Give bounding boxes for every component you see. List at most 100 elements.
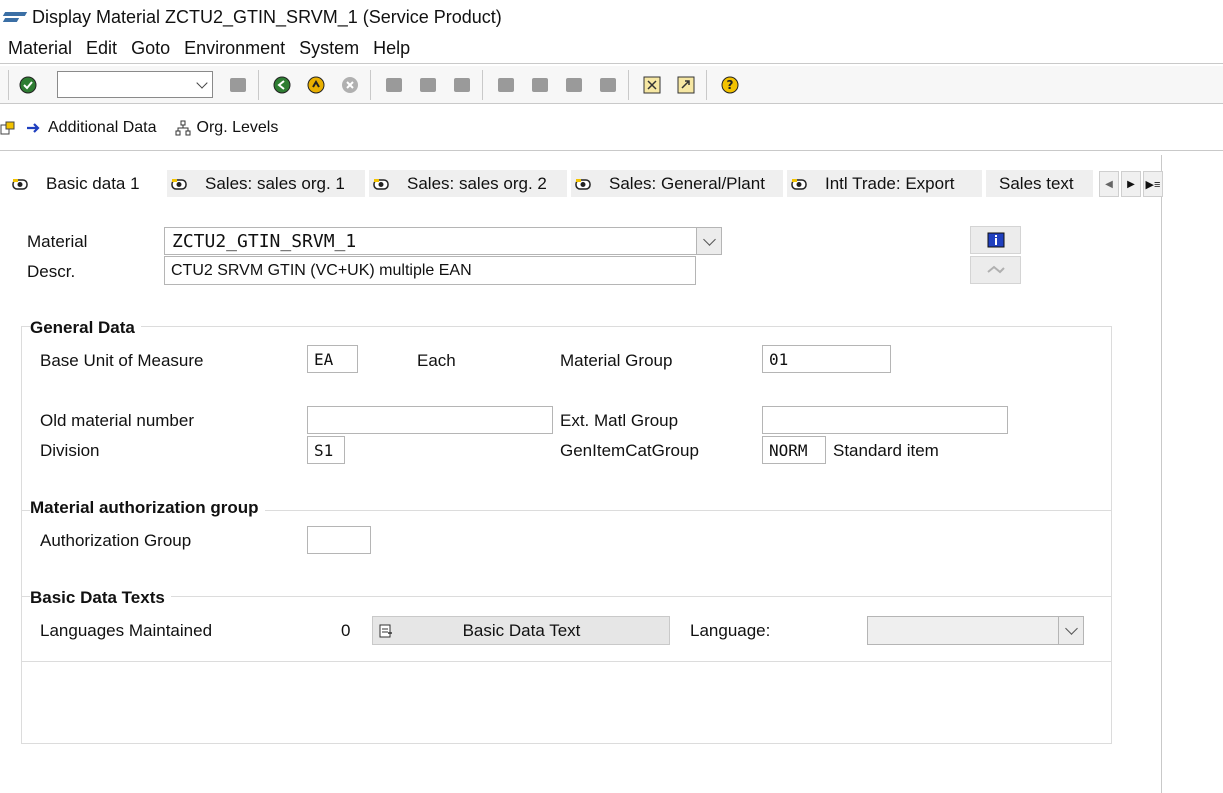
general-data-title: General Data xyxy=(30,318,141,338)
menu-bar: Material Edit Goto Environment System He… xyxy=(0,34,1223,64)
tab-intl-trade-export[interactable]: Intl Trade: Export xyxy=(787,170,982,197)
text-document-icon xyxy=(379,624,392,637)
languages-maintained-label: Languages Maintained xyxy=(40,621,213,640)
next-page-icon[interactable] xyxy=(564,75,584,95)
window-titlebar: Display Material ZCTU2_GTIN_SRVM_1 (Serv… xyxy=(0,0,1223,34)
basic-data-texts-title: Basic Data Texts xyxy=(30,588,171,608)
command-field[interactable] xyxy=(57,71,213,98)
tab-label: Intl Trade: Export xyxy=(825,173,955,193)
standard-toolbar: ? xyxy=(0,66,1223,104)
division-label: Division xyxy=(40,441,100,460)
old-material-label: Old material number xyxy=(40,411,195,430)
language-dropdown-icon[interactable] xyxy=(1058,616,1084,645)
gen-item-cat-text: Standard item xyxy=(833,441,939,460)
auth-group-field[interactable] xyxy=(307,526,371,554)
language-label: Language: xyxy=(690,621,771,640)
additional-data-label: Additional Data xyxy=(48,118,157,136)
org-levels-label: Org. Levels xyxy=(196,118,279,136)
svg-text:?: ? xyxy=(727,78,734,92)
ext-matl-group-label: Ext. Matl Group xyxy=(560,411,679,430)
shortcut-icon[interactable] xyxy=(676,75,696,95)
additional-data-button[interactable]: Additional Data xyxy=(26,119,157,137)
enter-icon[interactable] xyxy=(18,75,38,95)
tab-list-icon[interactable]: ▶≡ xyxy=(1143,171,1163,197)
menu-goto[interactable]: Goto xyxy=(124,38,177,59)
tab-strip: Basic data 1 Sales: sales org. 1 Sales: … xyxy=(8,170,1097,198)
tab-sales-text[interactable]: Sales text xyxy=(986,170,1093,197)
base-uom-field[interactable]: EA xyxy=(307,345,358,373)
application-toolbar: Additional Data Org. Levels xyxy=(0,105,1223,151)
menu-help[interactable]: Help xyxy=(366,38,417,59)
tab-sales-general-plant[interactable]: Sales: General/Plant xyxy=(571,170,783,197)
menu-system[interactable]: System xyxy=(292,38,366,59)
help-icon[interactable]: ? xyxy=(720,75,740,95)
find-next-icon[interactable] xyxy=(452,75,472,95)
basic-data-text-label: Basic Data Text xyxy=(462,620,581,640)
toolbar-separator xyxy=(628,70,629,100)
tab-sales-org-1[interactable]: Sales: sales org. 1 xyxy=(167,170,365,197)
first-page-icon[interactable] xyxy=(496,75,516,95)
toolbar-separator xyxy=(8,70,9,100)
old-material-field[interactable] xyxy=(307,406,553,434)
tab-label: Sales: sales org. 2 xyxy=(407,173,547,193)
division-field[interactable]: S1 xyxy=(307,436,345,464)
tab-sales-org-2[interactable]: Sales: sales org. 2 xyxy=(369,170,567,197)
command-dropdown-icon[interactable] xyxy=(196,77,208,89)
toolbar-separator xyxy=(258,70,259,100)
hierarchy-icon xyxy=(175,120,191,135)
material-label: Material xyxy=(27,232,88,251)
create-session-icon[interactable] xyxy=(642,75,662,95)
tab-status-icon xyxy=(171,178,187,190)
toolbar-separator xyxy=(482,70,483,100)
cancel-icon[interactable] xyxy=(340,75,360,95)
tab-status-icon xyxy=(575,178,591,190)
tab-label: Basic data 1 xyxy=(46,173,140,193)
compare-icon xyxy=(986,265,1005,274)
auth-group-label: Authorization Group xyxy=(40,531,192,550)
save-icon[interactable] xyxy=(228,75,248,95)
base-uom-text: Each xyxy=(417,351,456,370)
material-group-field[interactable]: 01 xyxy=(762,345,891,373)
window-title: Display Material ZCTU2_GTIN_SRVM_1 (Serv… xyxy=(32,6,502,27)
menu-environment[interactable]: Environment xyxy=(177,38,292,59)
arrow-right-icon xyxy=(27,122,40,133)
exit-icon[interactable] xyxy=(306,75,326,95)
info-button[interactable] xyxy=(970,226,1021,254)
tab-scroll-right-icon[interactable]: ▶ xyxy=(1121,171,1141,197)
auth-group-title: Material authorization group xyxy=(30,498,265,518)
tab-area: Basic data 1 Sales: sales org. 1 Sales: … xyxy=(0,155,1163,793)
toolbar-separator xyxy=(370,70,371,100)
tab-status-icon xyxy=(373,178,389,190)
tab-label: Sales text xyxy=(999,173,1074,193)
previous-page-icon[interactable] xyxy=(530,75,550,95)
print-icon[interactable] xyxy=(384,75,404,95)
tab-label: Sales: sales org. 1 xyxy=(205,173,345,193)
base-uom-label: Base Unit of Measure xyxy=(40,351,204,370)
info-icon xyxy=(987,232,1004,248)
sap-logo-icon xyxy=(4,12,26,22)
menu-edit[interactable]: Edit xyxy=(79,38,124,59)
language-select[interactable] xyxy=(867,616,1059,645)
tab-label: Sales: General/Plant xyxy=(609,173,765,193)
menu-material[interactable]: Material xyxy=(0,38,79,59)
org-levels-button[interactable]: Org. Levels xyxy=(175,118,279,137)
tab-status-icon xyxy=(12,178,28,190)
back-icon[interactable] xyxy=(272,75,292,95)
material-dropdown-icon[interactable] xyxy=(696,227,722,255)
toolbar-separator xyxy=(706,70,707,100)
compare-button[interactable] xyxy=(970,256,1021,284)
languages-count: 0 xyxy=(341,621,351,640)
descr-label: Descr. xyxy=(27,262,76,281)
tab-basic-data-1[interactable]: Basic data 1 xyxy=(8,170,163,197)
last-page-icon[interactable] xyxy=(598,75,618,95)
other-view-icon[interactable] xyxy=(0,120,16,136)
tab-status-icon xyxy=(791,178,807,190)
ext-matl-group-field[interactable] xyxy=(762,406,1008,434)
tab-scroll-left-icon[interactable]: ◀ xyxy=(1099,171,1119,197)
material-field[interactable]: ZCTU2_GTIN_SRVM_1 xyxy=(164,227,697,255)
material-group-label: Material Group xyxy=(560,351,673,370)
find-icon[interactable] xyxy=(418,75,438,95)
gen-item-cat-field[interactable]: NORM xyxy=(762,436,826,464)
description-field[interactable]: CTU2 SRVM GTIN (VC+UK) multiple EAN xyxy=(164,256,696,285)
basic-data-text-button[interactable]: Basic Data Text xyxy=(372,616,670,645)
